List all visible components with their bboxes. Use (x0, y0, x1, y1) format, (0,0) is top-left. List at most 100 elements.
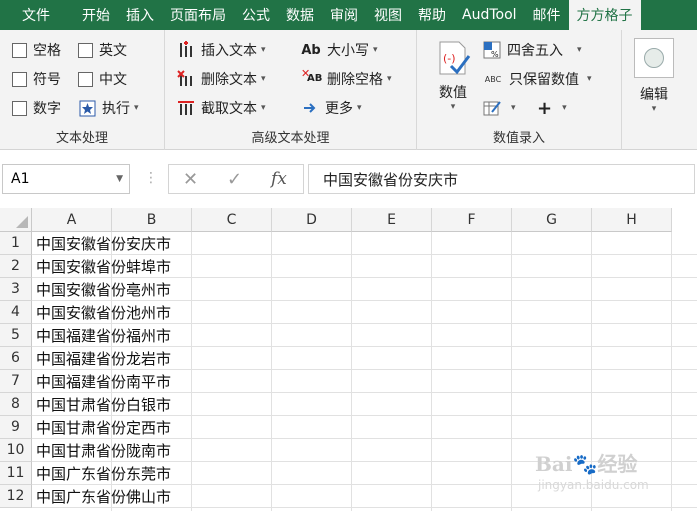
format-button[interactable]: ▾ (483, 97, 516, 119)
watermark-url: jingyan.baidu.com (538, 478, 649, 492)
value-icon: (-) (435, 40, 471, 80)
keep-value-icon: ABC (484, 74, 502, 84)
formula-input[interactable]: 中国安徽省份安庆市 (308, 164, 695, 194)
cell-a5[interactable]: 中国福建省份福州市 (36, 324, 171, 347)
delete-space-button[interactable]: ✕ AB 删除空格 ▾ (301, 67, 392, 90)
cell-a3[interactable]: 中国安徽省份亳州市 (36, 278, 171, 301)
chevron-down-icon: ▾ (511, 103, 516, 113)
chevron-down-icon: ▾ (134, 103, 139, 113)
insert-text-button[interactable]: 插入文本 ▾ (177, 39, 266, 61)
row-header-7[interactable]: 7 (0, 370, 32, 393)
tab-home[interactable]: 开始 (74, 0, 118, 30)
group-numeric-entry: (-) 数值 ▾ % 四舍五入 ▾ ABC 只保留数值 ▾ ▾ + ▾ 数值录入 (417, 30, 622, 150)
tab-review[interactable]: 审阅 (322, 0, 366, 30)
cell-a6[interactable]: 中国福建省份龙岩市 (36, 347, 171, 370)
cell-a4[interactable]: 中国安徽省份池州市 (36, 301, 171, 324)
tab-mail[interactable]: 邮件 (525, 0, 569, 30)
column-header-b[interactable]: B (112, 208, 192, 232)
check-english[interactable]: 英文 (78, 39, 127, 61)
drag-handle-icon[interactable]: ⋮ (144, 170, 158, 186)
checkbox[interactable] (12, 71, 27, 87)
check-number[interactable]: 数字 (12, 97, 61, 119)
confirm-icon[interactable]: ✓ (227, 169, 242, 190)
check-symbol[interactable]: 符号 (12, 68, 61, 90)
group-edit: 编辑 ▾ (622, 30, 697, 150)
edit-table-icon (483, 99, 501, 117)
check-chinese[interactable]: 中文 (78, 68, 127, 90)
row-header-12[interactable]: 12 (0, 485, 32, 508)
row-header-5[interactable]: 5 (0, 324, 32, 347)
checkbox[interactable] (12, 42, 27, 58)
extract-text-button[interactable]: 截取文本 ▾ (177, 97, 266, 119)
tab-fangfang[interactable]: 方方格子 (568, 0, 641, 30)
checkbox[interactable] (78, 71, 93, 87)
menu-bar: 文件 开始 插入 页面布局 公式 数据 审阅 视图 帮助 AudTool 邮件 … (0, 0, 697, 30)
row-header-4[interactable]: 4 (0, 301, 32, 324)
chevron-down-icon: ▾ (261, 45, 266, 55)
formula-bar: A1 ▼ ⋮ ✕ ✓ fx 中国安徽省份安庆市 (0, 160, 697, 198)
column-header-f[interactable]: F (432, 208, 512, 232)
row-header-6[interactable]: 6 (0, 347, 32, 370)
chevron-down-icon[interactable]: ▼ (116, 174, 123, 184)
column-header-e[interactable]: E (352, 208, 432, 232)
extract-text-icon (177, 99, 195, 117)
column-header-a[interactable]: A (32, 208, 112, 232)
cell-a11[interactable]: 中国广东省份东莞市 (36, 462, 171, 485)
column-header-h[interactable]: H (592, 208, 672, 232)
group-advanced-text: 插入文本 ▾ 删除文本 ▾ 截取文本 ▾ Ab 大小写 ▾ ✕ AB 删除空格 … (165, 30, 417, 150)
chevron-down-icon: ▾ (387, 74, 392, 84)
execute-button[interactable]: 执行 ▾ (78, 97, 139, 119)
cell-a7[interactable]: 中国福建省份南平市 (36, 370, 171, 393)
edit-circle-icon (634, 38, 674, 78)
tab-insert[interactable]: 插入 (118, 0, 162, 30)
case-icon: Ab (301, 42, 321, 58)
case-button[interactable]: Ab 大小写 ▾ (301, 39, 378, 61)
round-icon: % (483, 41, 501, 59)
tab-page-layout[interactable]: 页面布局 (162, 0, 234, 30)
edit-button[interactable]: 编辑 ▾ (634, 38, 674, 114)
add-button[interactable]: + ▾ (537, 97, 567, 119)
cancel-icon[interactable]: ✕ (183, 169, 198, 190)
column-header-g[interactable]: G (512, 208, 592, 232)
insert-text-icon (177, 41, 195, 59)
keep-value-button[interactable]: ABC 只保留数值 ▾ (483, 68, 592, 90)
check-space[interactable]: 空格 (12, 39, 61, 61)
tab-audtool[interactable]: AudTool (454, 0, 525, 30)
round-button[interactable]: % 四舍五入 ▾ (483, 39, 582, 61)
cell-a2[interactable]: 中国安徽省份蚌埠市 (36, 255, 171, 278)
tab-file[interactable]: 文件 (0, 0, 74, 30)
row-header-1[interactable]: 1 (0, 232, 32, 255)
cell-a9[interactable]: 中国甘肃省份定西市 (36, 416, 171, 439)
more-button[interactable]: 更多 ▾ (301, 97, 362, 119)
chevron-down-icon: ▾ (373, 45, 378, 55)
tab-data[interactable]: 数据 (278, 0, 322, 30)
tab-formulas[interactable]: 公式 (234, 0, 278, 30)
cell-a12[interactable]: 中国广东省份佛山市 (36, 485, 171, 508)
delete-text-button[interactable]: 删除文本 ▾ (177, 68, 266, 90)
cell-a10[interactable]: 中国甘肃省份陇南市 (36, 439, 171, 462)
watermark-logo: Bai🐾经验 (535, 452, 638, 476)
select-all-corner[interactable] (0, 208, 32, 232)
chevron-down-icon: ▾ (577, 45, 582, 55)
column-header-c[interactable]: C (192, 208, 272, 232)
value-button[interactable]: (-) 数值 ▾ (435, 40, 471, 112)
chevron-down-icon: ▾ (587, 74, 592, 84)
row-header-3[interactable]: 3 (0, 278, 32, 301)
name-box[interactable]: A1 ▼ (2, 164, 130, 194)
row-header-11[interactable]: 11 (0, 462, 32, 485)
group-label: 文本处理 (55, 131, 108, 146)
insert-function-icon[interactable]: fx (271, 169, 287, 189)
tab-view[interactable]: 视图 (366, 0, 410, 30)
cell-a8[interactable]: 中国甘肃省份白银市 (36, 393, 171, 416)
chevron-down-icon: ▾ (651, 104, 657, 114)
cell-a1[interactable]: 中国安徽省份安庆市 (36, 232, 171, 255)
tab-help[interactable]: 帮助 (410, 0, 454, 30)
row-header-9[interactable]: 9 (0, 416, 32, 439)
row-header-10[interactable]: 10 (0, 439, 32, 462)
checkbox[interactable] (78, 42, 93, 58)
column-header-d[interactable]: D (272, 208, 352, 232)
svg-text:(-): (-) (443, 52, 456, 65)
row-header-8[interactable]: 8 (0, 393, 32, 416)
row-header-2[interactable]: 2 (0, 255, 32, 278)
checkbox[interactable] (12, 100, 27, 116)
